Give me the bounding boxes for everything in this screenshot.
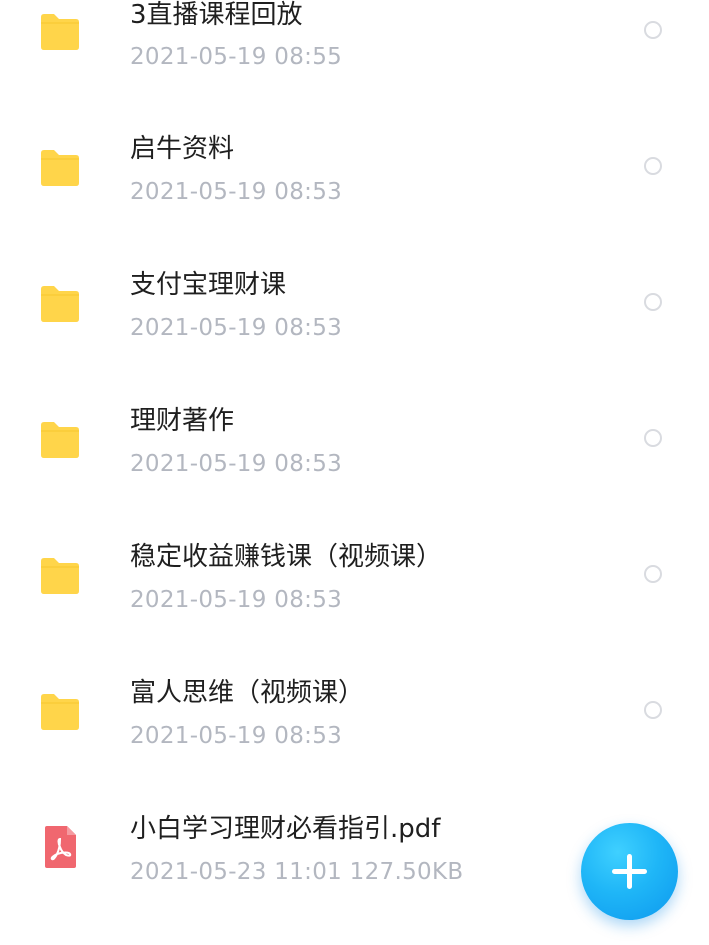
list-item[interactable]: 3直播课程回放 2021-05-19 08:55 bbox=[0, 0, 709, 101]
plus-icon bbox=[612, 854, 647, 889]
file-meta: 2021-05-19 08:55 bbox=[130, 44, 343, 70]
file-meta: 2021-05-19 08:53 bbox=[130, 315, 343, 341]
select-radio[interactable] bbox=[644, 565, 662, 583]
file-name: 小白学习理财必看指引.pdf bbox=[130, 814, 441, 844]
file-name: 启牛资料 bbox=[130, 134, 235, 164]
file-meta: 2021-05-19 08:53 bbox=[130, 451, 343, 477]
list-item[interactable]: 启牛资料 2021-05-19 08:53 bbox=[0, 101, 709, 237]
file-list: 3直播课程回放 2021-05-19 08:55 启牛资料 2021-05-19… bbox=[0, 0, 709, 945]
pdf-file-icon bbox=[42, 825, 78, 869]
folder-icon bbox=[38, 13, 82, 51]
file-meta: 2021-05-19 08:53 bbox=[130, 723, 343, 749]
file-name: 稳定收益赚钱课（视频课） bbox=[130, 542, 443, 572]
list-item[interactable]: 稳定收益赚钱课（视频课） 2021-05-19 08:53 bbox=[0, 509, 709, 645]
list-item[interactable]: 理财著作 2021-05-19 08:53 bbox=[0, 373, 709, 509]
folder-icon bbox=[38, 557, 82, 595]
file-name: 3直播课程回放 bbox=[130, 0, 303, 30]
file-meta: 2021-05-23 11:01 127.50KB bbox=[130, 859, 464, 885]
file-meta: 2021-05-19 08:53 bbox=[130, 587, 343, 613]
folder-icon bbox=[38, 421, 82, 459]
folder-icon bbox=[38, 285, 82, 323]
file-name: 理财著作 bbox=[130, 406, 235, 436]
folder-icon bbox=[38, 149, 82, 187]
folder-icon bbox=[38, 693, 82, 731]
file-name: 富人思维（视频课） bbox=[130, 678, 365, 708]
select-radio[interactable] bbox=[644, 293, 662, 311]
file-name: 支付宝理财课 bbox=[130, 270, 287, 300]
file-meta: 2021-05-19 08:53 bbox=[130, 179, 343, 205]
select-radio[interactable] bbox=[644, 429, 662, 447]
list-item[interactable]: 支付宝理财课 2021-05-19 08:53 bbox=[0, 237, 709, 373]
select-radio[interactable] bbox=[644, 701, 662, 719]
select-radio[interactable] bbox=[644, 21, 662, 39]
list-item[interactable]: 富人思维（视频课） 2021-05-19 08:53 bbox=[0, 645, 709, 781]
select-radio[interactable] bbox=[644, 157, 662, 175]
add-button[interactable] bbox=[581, 823, 678, 920]
